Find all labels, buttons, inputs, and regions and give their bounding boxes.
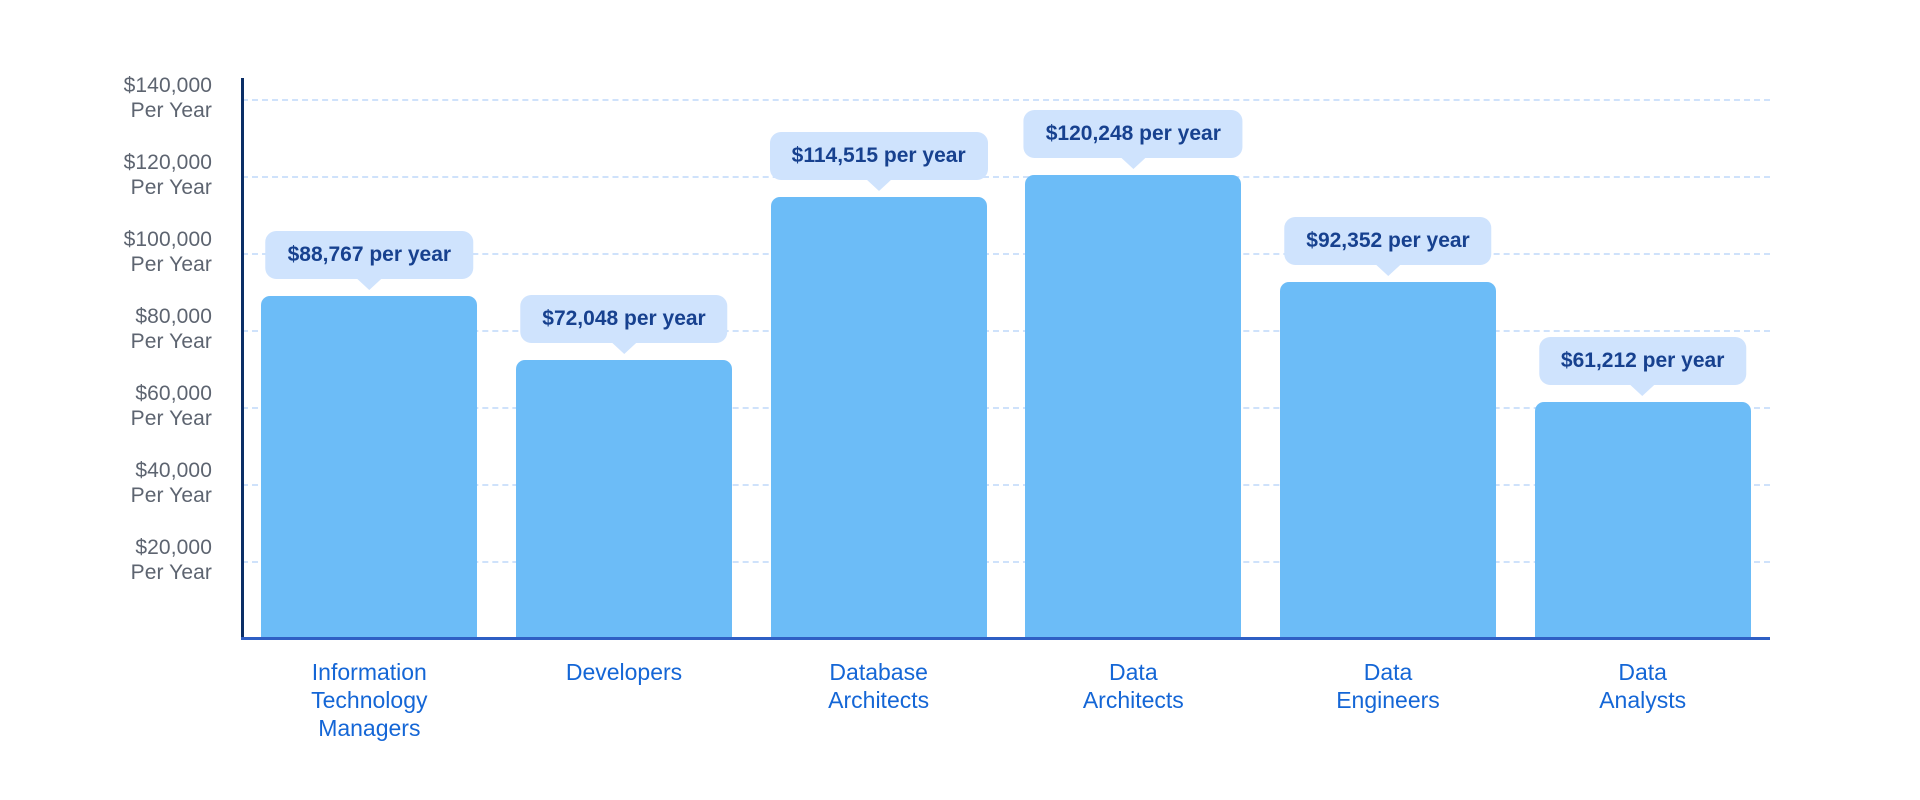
x-axis-line xyxy=(241,637,1770,640)
gridline xyxy=(242,175,1770,178)
y-axis-tick-label: $140,000 Per Year xyxy=(123,73,212,122)
value-tooltip-label: $72,048 per year xyxy=(542,307,706,331)
value-tooltip: $120,248 per year xyxy=(1023,109,1243,169)
bar[interactable] xyxy=(261,295,478,638)
value-tooltip: $61,212 per year xyxy=(1538,337,1747,397)
bar[interactable] xyxy=(1025,174,1242,638)
value-tooltip: $88,767 per year xyxy=(265,230,474,290)
tooltip-tail-icon xyxy=(1375,264,1401,277)
y-axis-tick-label: $20,000 Per Year xyxy=(130,535,212,584)
bar[interactable] xyxy=(1280,282,1496,638)
y-axis-tick-label: $60,000 Per Year xyxy=(130,381,212,430)
value-tooltip-label: $120,248 per year xyxy=(1045,121,1221,145)
value-tooltip-label: $88,767 per year xyxy=(287,242,452,266)
tooltip-tail-icon xyxy=(1629,384,1656,397)
y-axis-tick-label: $40,000 Per Year xyxy=(130,458,212,507)
salary-bar-chart: $20,000 Per Year $40,000 Per Year $60,000 … xyxy=(0,0,1920,800)
value-tooltip-label: $92,352 per year xyxy=(1306,229,1470,253)
bar[interactable] xyxy=(770,196,987,638)
bar[interactable] xyxy=(516,360,732,638)
y-axis-line xyxy=(241,78,244,640)
value-tooltip: $92,352 per year xyxy=(1284,217,1492,277)
tooltip-tail-icon xyxy=(356,277,383,290)
bar[interactable] xyxy=(1534,402,1751,638)
value-tooltip: $72,048 per year xyxy=(520,295,728,355)
tooltip-tail-icon xyxy=(865,178,892,191)
tooltip-tail-icon xyxy=(611,342,637,355)
y-axis-tick-label: $80,000 Per Year xyxy=(130,304,212,353)
value-tooltip-label: $61,212 per year xyxy=(1560,349,1725,373)
gridline xyxy=(242,98,1770,101)
tooltip-tail-icon xyxy=(1120,156,1147,169)
value-tooltip: $114,515 per year xyxy=(769,131,988,191)
value-tooltip-label: $114,515 per year xyxy=(791,143,966,167)
y-axis-tick-label: $120,000 Per Year xyxy=(123,150,212,199)
y-axis-tick-label: $100,000 Per Year xyxy=(123,227,212,276)
x-axis-category-label[interactable]: Data Analysts xyxy=(1493,658,1793,714)
